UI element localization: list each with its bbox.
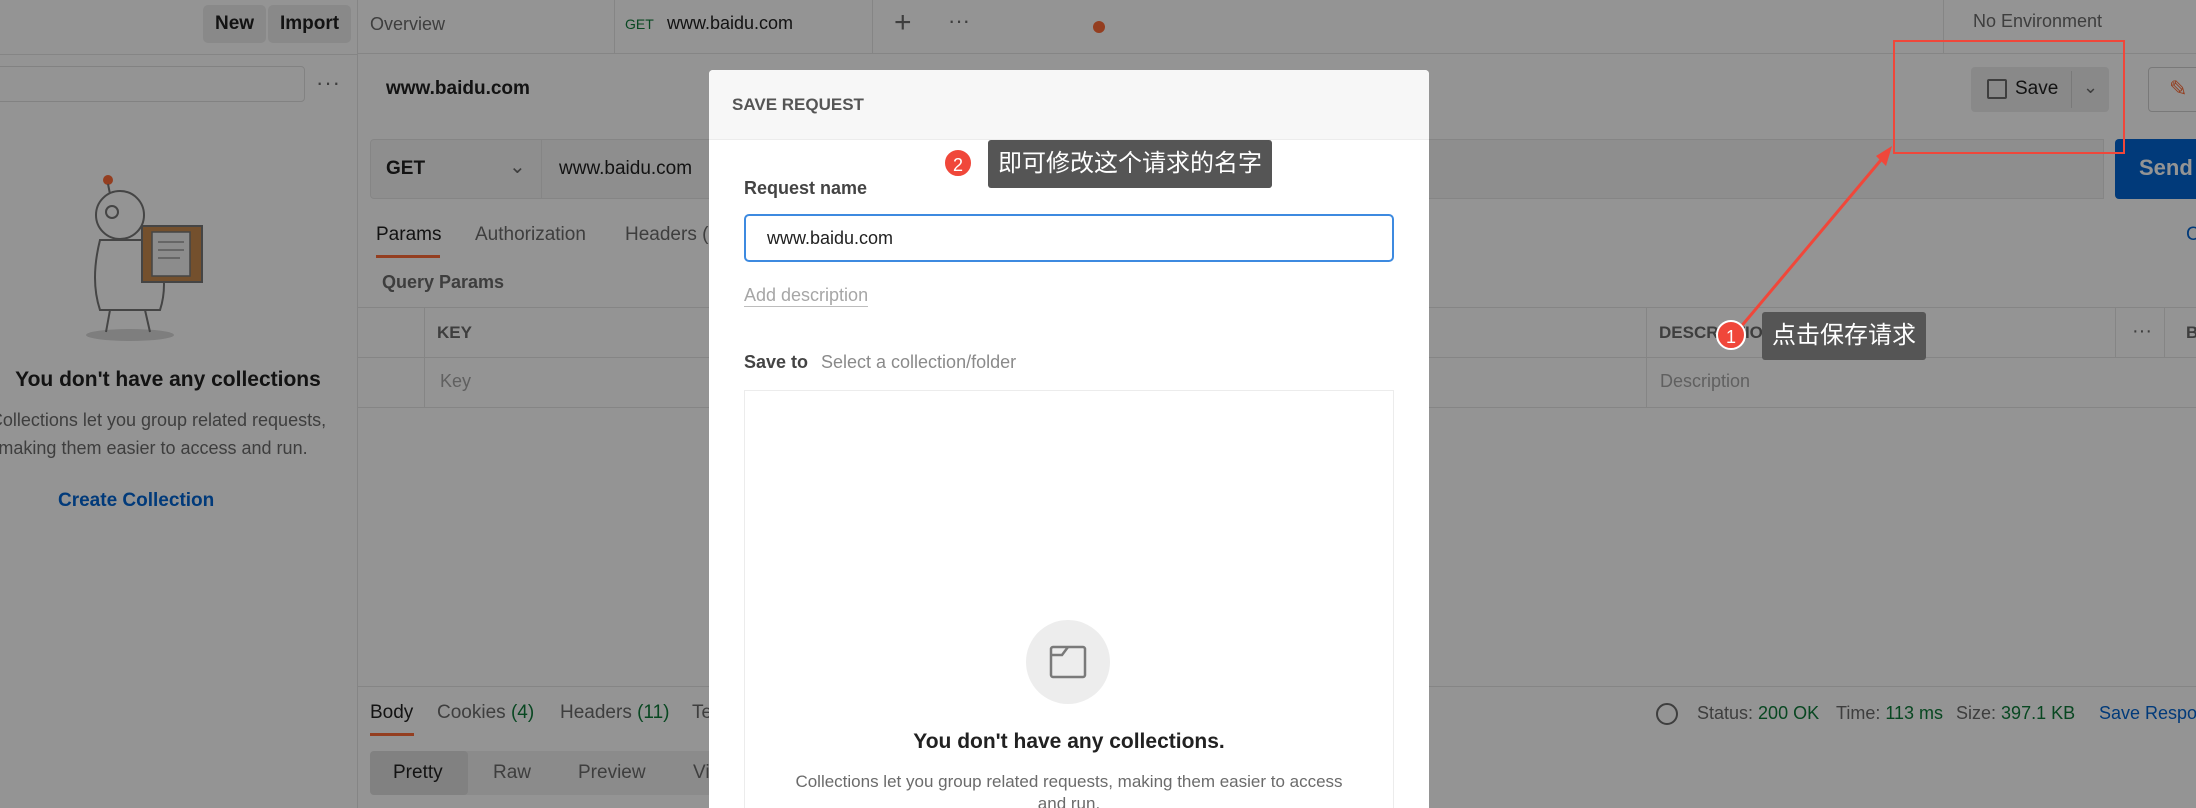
add-description-link[interactable]: Add description: [744, 285, 869, 307]
request-name-value: www.baidu.com: [767, 228, 894, 248]
save-to-input[interactable]: Select a collection/folder: [821, 352, 1016, 373]
modal-empty-title: You don't have any collections.: [913, 730, 1225, 753]
folder-icon: [1049, 645, 1087, 679]
request-name-input[interactable]: www.baidu.com: [744, 214, 1394, 262]
annotation-badge-2: 2: [943, 148, 973, 178]
annotation-callout-1: 点击保存请求: [1762, 312, 1926, 360]
modal-title: SAVE REQUEST: [732, 95, 864, 114]
modal-empty-desc-1: Collections let you group related reques…: [795, 772, 1343, 791]
annotation-highlight-box: [1893, 40, 2125, 154]
save-to-label: Save to: [744, 352, 809, 372]
app-window: New Import ··· You don't have any collec…: [0, 0, 2196, 808]
empty-folder-badge: [1026, 620, 1110, 704]
annotation-badge-1: 1: [1716, 320, 1746, 350]
modal-empty-desc-2: and run.: [1037, 794, 1101, 808]
request-name-label: Request name: [744, 178, 868, 198]
annotation-callout-2: 即可修改这个请求的名字: [988, 140, 1272, 188]
